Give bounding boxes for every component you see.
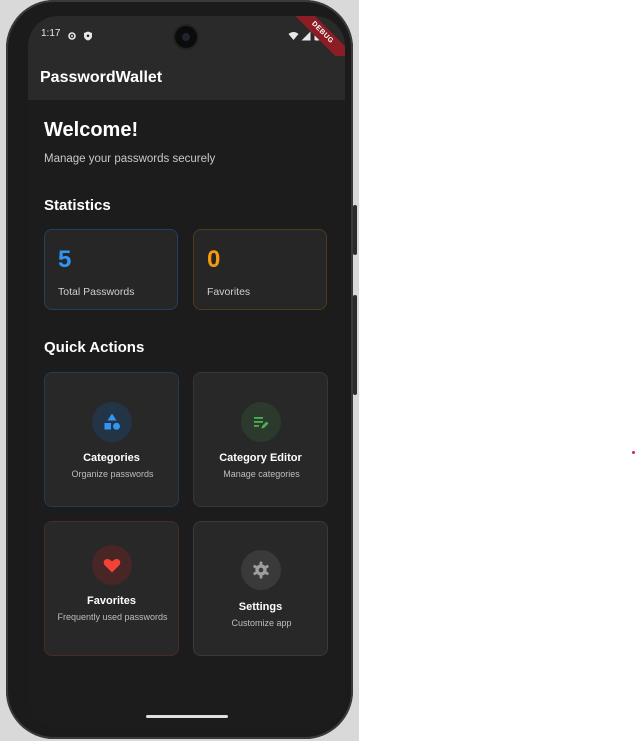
front-camera [175,26,197,48]
settings-title: Settings [238,601,283,613]
favorites-title: Favorites [87,595,136,607]
favorites-count: 0 [207,246,221,273]
categories-action-card[interactable]: Categories Organize passwords [44,372,179,507]
pointer-dot [632,451,635,454]
category-editor-action-card[interactable]: Category Editor Manage categories [193,372,328,507]
power-button [353,295,357,395]
category-editor-title: Category Editor [219,452,302,464]
welcome-heading: Welcome! [44,119,139,141]
edit-list-icon [241,402,281,442]
category-icon [92,402,132,442]
settings-action-card[interactable]: Settings Customize app [193,521,328,656]
favorites-action-card[interactable]: Favorites Frequently used passwords [44,521,179,656]
shield-status-icon [83,28,93,41]
total-passwords-card[interactable]: 5 Total Passwords [44,229,178,310]
volume-button [353,205,357,255]
settings-subtitle: Customize app [231,618,292,628]
quick-actions-heading: Quick Actions [44,339,145,356]
wifi-icon [288,28,299,40]
categories-subtitle: Organize passwords [71,469,154,479]
home-indicator[interactable] [146,715,228,718]
total-passwords-label: Total Passwords [58,286,135,298]
home-content: Welcome! Manage your passwords securely … [28,100,345,728]
statistics-heading: Statistics [44,197,111,214]
category-editor-subtitle: Manage categories [223,469,300,479]
favorites-stat-card[interactable]: 0 Favorites [193,229,327,310]
favorites-stat-label: Favorites [207,286,251,298]
gear-icon [241,550,281,590]
device-frame-area: 1:17 DEBUG PasswordWallet Welcome! Manag… [0,0,359,741]
heart-icon [92,545,132,585]
welcome-subtitle: Manage your passwords securely [44,153,216,165]
app-title: PasswordWallet [40,69,163,86]
settings-status-icon [67,28,77,40]
total-passwords-count: 5 [58,246,72,273]
categories-title: Categories [83,452,140,464]
status-time: 1:17 [41,28,61,39]
app-bar: PasswordWallet [28,56,345,100]
favorites-subtitle: Frequently used passwords [57,612,168,622]
status-bar: 1:17 DEBUG [28,16,345,70]
app-screen: 1:17 DEBUG PasswordWallet Welcome! Manag… [28,16,345,728]
phone-frame: 1:17 DEBUG PasswordWallet Welcome! Manag… [6,0,357,739]
